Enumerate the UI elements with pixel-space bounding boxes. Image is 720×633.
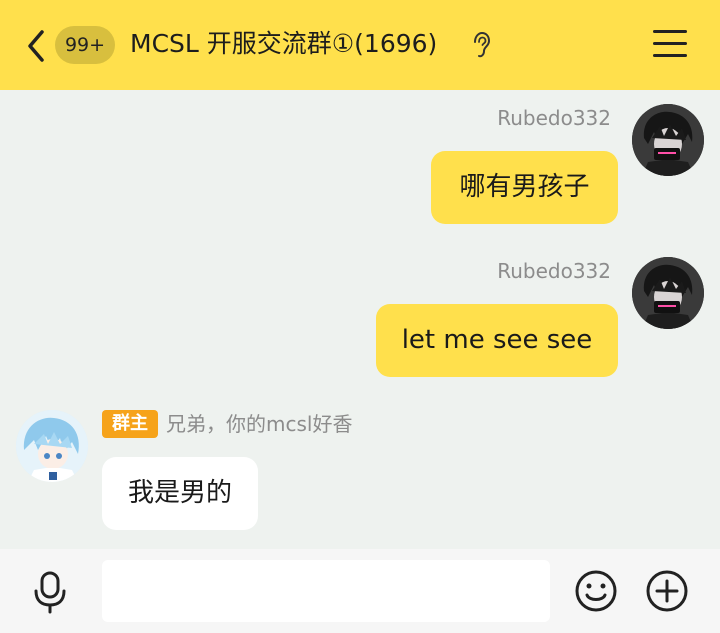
composer-bar [0, 549, 720, 633]
sender-name: Rubedo332 [497, 259, 611, 283]
hamburger-menu-icon [653, 30, 687, 33]
owner-role-badge: 群主 [102, 410, 158, 438]
user-avatar-image [632, 257, 704, 329]
back-button[interactable] [24, 26, 52, 66]
message-bubble[interactable]: 我是男的 [102, 457, 258, 530]
message-input[interactable] [102, 560, 550, 622]
sender-name: Rubedo332 [497, 106, 611, 130]
emoji-button[interactable] [574, 569, 618, 613]
sender-name: 兄弟，你的mcsl好香 [166, 412, 353, 436]
more-button[interactable] [645, 569, 689, 613]
voice-button[interactable] [30, 569, 70, 615]
message-bubble[interactable]: let me see see [376, 304, 618, 377]
chat-title[interactable]: MCSL 开服交流群①(1696) [130, 22, 437, 66]
menu-button[interactable] [653, 30, 687, 60]
chevron-left-icon [28, 30, 44, 62]
avatar[interactable] [632, 104, 704, 176]
user-avatar-image [16, 410, 88, 482]
message-list[interactable]: Rubedo332 哪有男孩子 Rubedo332 let me see see [0, 90, 720, 549]
unread-count-badge[interactable]: 99+ [55, 26, 115, 64]
avatar[interactable] [16, 410, 88, 482]
chat-header: 99+ MCSL 开服交流群①(1696) [0, 0, 720, 90]
avatar[interactable] [632, 257, 704, 329]
ear-icon[interactable] [470, 31, 492, 59]
smiley-face-icon [575, 570, 617, 612]
microphone-icon [34, 571, 66, 614]
user-avatar-image [632, 104, 704, 176]
plus-circle-icon [646, 570, 688, 612]
message-bubble[interactable]: 哪有男孩子 [431, 151, 618, 224]
